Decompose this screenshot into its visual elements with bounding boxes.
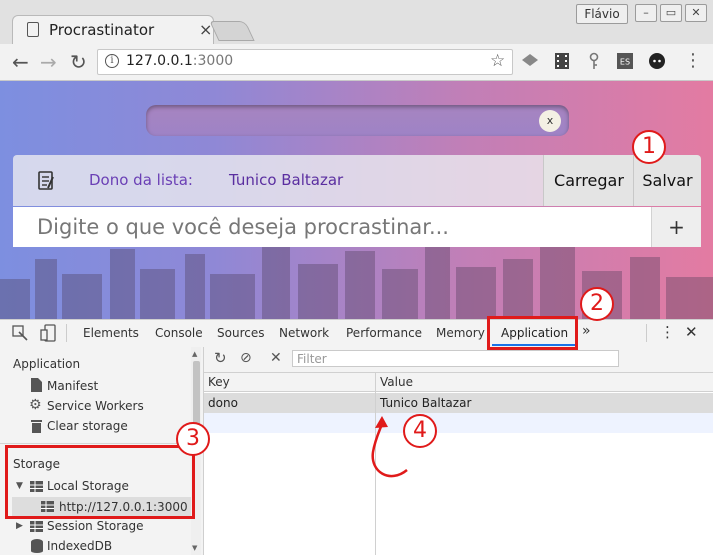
svg-text:ES: ES xyxy=(620,58,630,67)
owner-label: Dono da lista: xyxy=(89,171,193,189)
url-text: 127.0.0.1:3000 xyxy=(126,53,234,69)
search-clear-button[interactable]: x xyxy=(539,110,561,132)
browser-titlebar: Procrastinator × Flávio – ▭ ✕ xyxy=(0,0,713,45)
browser-toolbar: ← → ↻ i 127.0.0.1:3000 ☆ ES ⋮ xyxy=(0,44,713,81)
annotation-box-application-tab xyxy=(487,316,578,350)
storage-panel: ↻ ⊘ ✕ Filter Key Value dono Tunico Balta… xyxy=(204,347,713,555)
row-key: dono xyxy=(208,396,238,410)
tab-elements[interactable]: Elements xyxy=(83,326,139,340)
devtools-tabbar: Elements Console Sources Network Perform… xyxy=(0,319,713,348)
minimize-icon[interactable]: – xyxy=(635,4,657,22)
es-extension-icon[interactable]: ES xyxy=(616,52,634,70)
new-tab-button[interactable] xyxy=(209,21,255,41)
sidebar-item-session-storage[interactable]: Session Storage xyxy=(47,519,144,533)
divider xyxy=(66,324,67,342)
address-bar[interactable]: i 127.0.0.1:3000 ☆ xyxy=(97,49,513,75)
browser-tab[interactable]: Procrastinator × xyxy=(12,15,214,45)
forward-icon[interactable]: → xyxy=(40,50,57,74)
divider xyxy=(0,443,191,444)
device-toolbar-icon[interactable] xyxy=(40,324,56,342)
gear-icon: ⚙ xyxy=(29,397,42,413)
sidebar-header-application: Application xyxy=(13,357,81,371)
search-bar[interactable]: x xyxy=(146,105,569,136)
github-extension-icon[interactable] xyxy=(648,52,666,70)
table-row[interactable]: dono Tunico Baltazar xyxy=(204,393,713,413)
add-item-button[interactable]: + xyxy=(651,207,701,247)
annotation-badge-1: 1 xyxy=(632,130,666,164)
sidebar-item-clear-storage[interactable]: Clear storage xyxy=(47,419,128,433)
scroll-up-icon[interactable]: ▲ xyxy=(192,350,197,358)
profile-button[interactable]: Flávio xyxy=(576,4,628,24)
storage-toolbar: ↻ ⊘ ✕ Filter xyxy=(204,347,713,373)
devtools-menu-icon[interactable]: ⋮ xyxy=(660,323,675,341)
tab-memory[interactable]: Memory xyxy=(436,326,485,340)
filter-input[interactable]: Filter xyxy=(292,350,619,367)
key-extension-icon[interactable] xyxy=(585,52,603,70)
back-icon[interactable]: ← xyxy=(12,50,29,74)
trash-icon xyxy=(31,420,42,433)
sidebar-item-service-workers[interactable]: Service Workers xyxy=(47,399,144,413)
tab-network[interactable]: Network xyxy=(279,326,329,340)
annotation-badge-2: 2 xyxy=(580,287,614,321)
list-header: Dono da lista: Tunico Baltazar Carregar … xyxy=(13,155,701,206)
collapsed-arrow-icon[interactable]: ▶ xyxy=(16,521,23,531)
inspect-element-icon[interactable] xyxy=(12,325,28,341)
manifest-icon xyxy=(31,378,42,392)
tab-title: Procrastinator xyxy=(49,21,155,39)
page-favicon-icon xyxy=(27,22,39,37)
film-extension-icon[interactable] xyxy=(553,52,571,70)
delete-selected-icon[interactable]: ✕ xyxy=(270,350,282,366)
refresh-icon[interactable]: ↻ xyxy=(214,349,227,367)
tab-sources[interactable]: Sources xyxy=(217,326,264,340)
maximize-icon[interactable]: ▭ xyxy=(660,4,682,22)
menu-kebab-icon[interactable]: ⋮ xyxy=(684,50,702,71)
load-button[interactable]: Carregar xyxy=(543,155,634,206)
divider xyxy=(646,324,647,342)
annotation-box-local-storage xyxy=(5,445,195,519)
annotation-badge-3: 3 xyxy=(176,422,210,456)
annotation-arrow xyxy=(371,416,408,478)
tab-performance[interactable]: Performance xyxy=(346,326,422,340)
layers-extension-icon[interactable] xyxy=(521,52,539,70)
column-header-key[interactable]: Key xyxy=(204,373,375,392)
tab-console[interactable]: Console xyxy=(155,326,203,340)
devtools-close-icon[interactable]: ✕ xyxy=(685,323,698,341)
new-item-placeholder: Digite o que você deseja procrastinar... xyxy=(37,215,449,239)
window-close-icon[interactable]: ✕ xyxy=(685,4,707,22)
new-item-input[interactable]: Digite o que você deseja procrastinar...… xyxy=(13,207,701,247)
bookmark-star-icon[interactable]: ☆ xyxy=(490,51,505,71)
more-tabs-icon[interactable]: » xyxy=(582,323,591,339)
database-icon xyxy=(31,539,43,553)
site-info-icon[interactable]: i xyxy=(105,54,119,68)
empty-table-row[interactable] xyxy=(204,413,713,433)
app-page: x Dono da lista: Tunico Baltazar Carrega… xyxy=(0,81,713,319)
row-value: Tunico Baltazar xyxy=(380,396,472,410)
sidebar-item-indexeddb[interactable]: IndexedDB xyxy=(47,539,112,553)
sidebar-item-manifest[interactable]: Manifest xyxy=(47,379,98,393)
scroll-down-icon[interactable]: ▼ xyxy=(192,544,197,552)
storage-grid-icon xyxy=(30,521,43,532)
clear-all-icon[interactable]: ⊘ xyxy=(240,350,252,366)
column-header-value[interactable]: Value xyxy=(376,373,713,392)
reload-icon[interactable]: ↻ xyxy=(70,50,87,74)
owner-name[interactable]: Tunico Baltazar xyxy=(229,171,343,189)
notepad-icon xyxy=(38,171,54,190)
